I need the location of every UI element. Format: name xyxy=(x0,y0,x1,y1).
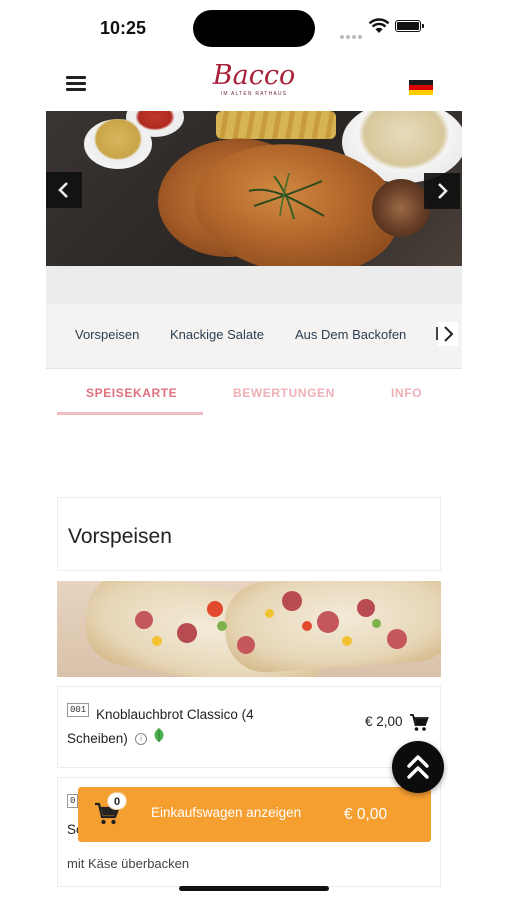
scroll-to-top-button[interactable] xyxy=(392,741,444,793)
wifi-icon xyxy=(368,18,390,34)
battery-icon xyxy=(395,20,424,32)
cart-total: € 0,00 xyxy=(344,806,388,823)
active-tab-indicator xyxy=(57,412,203,415)
category-scroller[interactable]: Vorspeisen Knackige Salate Aus Dem Backo… xyxy=(46,304,462,369)
category-aus-dem-backofen[interactable]: Aus Dem Backofen xyxy=(295,327,406,342)
category-vorspeisen[interactable]: Vorspeisen xyxy=(75,327,139,342)
dynamic-island xyxy=(193,10,315,47)
section-image xyxy=(57,581,441,677)
tab-info[interactable]: INFO xyxy=(391,386,422,400)
hero-next-button[interactable] xyxy=(424,173,460,209)
logo-subtitle: IM ALTEN RATHAUS xyxy=(220,91,288,97)
hero-footer-band xyxy=(46,266,462,304)
view-cart-label[interactable]: Einkaufswagen anzeigen xyxy=(151,805,301,820)
category-next-button[interactable] xyxy=(438,322,458,346)
product-number: 0 xyxy=(67,794,79,808)
category-knackige-salate[interactable]: Knackige Salate xyxy=(170,327,264,342)
section-title: Vorspeisen xyxy=(68,525,172,548)
restaurant-logo[interactable]: Bacco IM ALTEN RATHAUS xyxy=(200,60,308,98)
chevron-right-icon xyxy=(438,183,448,199)
hero-image xyxy=(46,111,462,266)
tab-bewertungen[interactable]: BEWERTUNGEN xyxy=(233,386,335,400)
cart-count-badge: 0 xyxy=(107,792,127,810)
signal-icon xyxy=(340,26,364,39)
german-flag-icon[interactable] xyxy=(409,80,433,95)
info-icon[interactable]: i xyxy=(135,733,147,745)
hero-prev-button[interactable] xyxy=(46,172,82,208)
chevron-right-icon xyxy=(444,326,454,342)
menu-icon[interactable] xyxy=(66,76,86,92)
product-name-continued[interactable]: Scheiben) xyxy=(67,731,128,746)
vegetarian-leaf-icon xyxy=(154,728,164,742)
product-description: mit Käse überbacken xyxy=(67,856,190,871)
product-number: 001 xyxy=(67,703,90,717)
home-indicator xyxy=(179,886,329,891)
status-time: 10:25 xyxy=(100,18,147,38)
chevron-left-icon xyxy=(58,182,68,198)
product-name[interactable]: Knoblauchbrot Classico (4 xyxy=(96,707,254,722)
double-chevron-up-icon xyxy=(407,755,429,779)
logo-text: Bacco xyxy=(212,60,296,91)
product-price: € 2,00 xyxy=(365,714,403,729)
tab-speisekarte[interactable]: SPEISEKARTE xyxy=(86,386,177,400)
add-to-cart-icon[interactable] xyxy=(409,714,429,732)
